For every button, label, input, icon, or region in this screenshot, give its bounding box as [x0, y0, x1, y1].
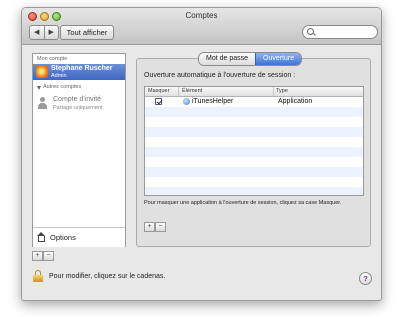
- other-accounts-header: Autres comptes: [43, 84, 82, 90]
- search-icon: [307, 28, 314, 35]
- login-items-heading: Ouverture automatique à l'ouverture de s…: [144, 72, 296, 79]
- hide-instructions: Pour masquer une application à l'ouvertu…: [144, 200, 342, 206]
- home-icon: [37, 232, 46, 242]
- table-row[interactable]: iTunesHelper Application: [145, 97, 363, 107]
- remove-login-item-button[interactable]: −: [155, 222, 166, 232]
- column-divider: [178, 87, 179, 96]
- show-all-button[interactable]: Tout afficher: [60, 25, 114, 40]
- tab-bar: Mot de passe Ouverture: [198, 52, 303, 66]
- column-header-hide[interactable]: Masquer: [148, 87, 169, 96]
- empty-row: [145, 167, 363, 177]
- empty-row: [145, 127, 363, 137]
- help-button[interactable]: ?: [359, 272, 372, 285]
- account-role: Admin: [51, 73, 67, 79]
- window-title: Comptes: [185, 11, 218, 20]
- options-label: Options: [50, 233, 76, 242]
- lock-icon[interactable]: [33, 270, 43, 282]
- login-options-item[interactable]: Options: [33, 227, 125, 247]
- tab-login-items[interactable]: Ouverture: [255, 53, 302, 65]
- remove-account-button[interactable]: −: [43, 251, 54, 261]
- item-name: iTunesHelper: [192, 98, 234, 105]
- item-type: Application: [278, 98, 313, 105]
- add-account-button[interactable]: +: [32, 251, 43, 261]
- search-input[interactable]: [302, 25, 378, 39]
- account-name: Stephane Ruscher: [51, 65, 113, 72]
- login-items-panel: Ouverture automatique à l'ouverture de s…: [136, 58, 371, 247]
- forward-button[interactable]: ▶: [45, 26, 59, 39]
- title-bar: Comptes ◀ ▶ Tout afficher: [22, 8, 381, 45]
- accounts-window: Comptes ◀ ▶ Tout afficher Mon compte Ste…: [21, 7, 382, 301]
- lock-message: Pour modifier, cliquez sur le cadenas.: [49, 273, 166, 280]
- empty-row: [145, 187, 363, 195]
- guest-account-name[interactable]: Compte d'invité: [53, 96, 101, 103]
- empty-row: [145, 147, 363, 157]
- column-header-item[interactable]: Élément: [182, 87, 202, 96]
- my-account-header: Mon compte: [37, 56, 68, 62]
- table-header: Masquer Élément Type: [145, 87, 363, 97]
- back-forward-control: ◀ ▶: [29, 25, 59, 40]
- login-items-table: Masquer Élément Type iTunesHelper Applic…: [144, 86, 364, 196]
- column-header-type[interactable]: Type: [276, 87, 288, 96]
- tab-password[interactable]: Mot de passe: [199, 53, 256, 65]
- itunes-helper-icon: [183, 98, 190, 105]
- guest-account-subtitle: Partage uniquement: [53, 105, 103, 111]
- guest-user-icon: [37, 97, 48, 109]
- back-button[interactable]: ◀: [30, 26, 45, 39]
- account-item-current-user[interactable]: Stephane Ruscher Admin: [33, 64, 125, 80]
- avatar: [36, 66, 48, 78]
- empty-row: [145, 107, 363, 117]
- hide-checkbox[interactable]: [155, 98, 162, 105]
- column-divider: [273, 87, 274, 96]
- add-login-item-button[interactable]: +: [144, 222, 155, 232]
- disclosure-triangle-icon[interactable]: [37, 86, 41, 90]
- accounts-list: Mon compte Stephane Ruscher Admin Autres…: [32, 53, 126, 247]
